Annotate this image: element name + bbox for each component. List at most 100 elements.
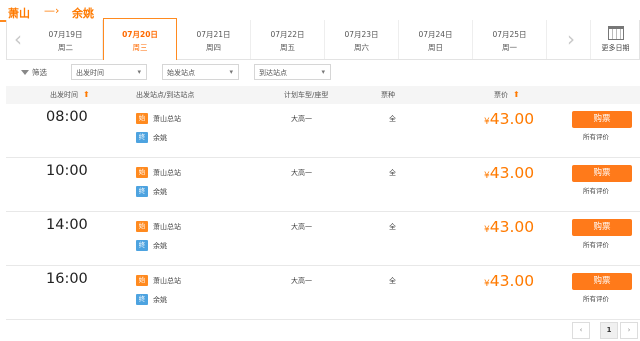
date-tab-date: 07月23日 xyxy=(344,30,379,39)
price-amount: 43.00 xyxy=(489,218,535,236)
date-tab-weekday: 周一 xyxy=(502,43,517,52)
destination-station: 余姚 xyxy=(153,188,167,196)
destination-station: 余姚 xyxy=(153,134,167,142)
chevron-down-icon: ▾ xyxy=(229,68,233,76)
ticket-type: 全 xyxy=(389,277,396,285)
ticket-price: ¥43.00 xyxy=(484,164,534,182)
date-tab-date: 07月25日 xyxy=(492,30,527,39)
origin-station: 萧山总站 xyxy=(153,169,181,177)
date-tab-weekday: 周六 xyxy=(354,43,369,52)
chevron-down-icon: ▾ xyxy=(321,68,325,76)
funnel-icon xyxy=(21,70,29,75)
departure-time: 10:00 xyxy=(46,163,88,179)
sort-departure-time[interactable]: 出发时间 ⬆ xyxy=(50,90,90,100)
start-tag-badge: 始 xyxy=(136,167,148,178)
chevron-down-icon: ▾ xyxy=(137,68,141,76)
all-reviews-link[interactable]: 所有评价 xyxy=(583,293,609,303)
origin-station-select[interactable]: 始发站点 ▾ xyxy=(162,64,239,80)
filter-bar: 筛选 出发时间 ▾ 始发站点 ▾ 到达站点 ▾ xyxy=(6,60,640,84)
vehicle-type: 大高一 xyxy=(291,169,312,177)
sort-price[interactable]: 票价 ⬆ xyxy=(494,90,520,100)
date-tab-0719[interactable]: 07月19日 周二 xyxy=(29,20,103,59)
date-tab-0721[interactable]: 07月21日 周四 xyxy=(177,20,251,59)
date-tab-date: 07月20日 xyxy=(122,30,158,39)
departure-time-select[interactable]: 出发时间 ▾ xyxy=(71,64,147,80)
column-header-vehicle: 计划车型/座型 xyxy=(284,91,329,99)
ticket-type: 全 xyxy=(389,115,396,123)
date-tab-date: 07月19日 xyxy=(48,30,83,39)
destination-station: 余姚 xyxy=(153,296,167,304)
column-header-stations: 出发站点/到达站点 xyxy=(136,91,195,99)
buy-ticket-button[interactable]: 购票 xyxy=(572,219,632,236)
date-tab-weekday: 周二 xyxy=(58,43,73,52)
price-amount: 43.00 xyxy=(489,110,535,128)
more-dates-label: 更多日期 xyxy=(601,44,630,52)
date-tab-weekday: 周日 xyxy=(428,43,443,52)
route-arrow-icon: —› xyxy=(44,4,60,17)
destination-station: 余姚 xyxy=(153,242,167,250)
vehicle-type: 大高一 xyxy=(291,223,312,231)
buy-ticket-button[interactable]: 购票 xyxy=(572,111,632,128)
column-header-departure-time: 出发时间 xyxy=(50,91,78,99)
ticket-type: 全 xyxy=(389,169,396,177)
more-dates-button[interactable]: 更多日期 xyxy=(590,20,640,59)
date-tab-weekday: 周三 xyxy=(132,43,148,52)
route-header: 萧山 —› 余姚 xyxy=(0,0,640,22)
date-tab-0724[interactable]: 07月24日 周日 xyxy=(399,20,473,59)
date-tab-weekday: 周四 xyxy=(206,43,221,52)
departure-time: 14:00 xyxy=(46,217,88,233)
vehicle-type: 大高一 xyxy=(291,115,312,123)
start-tag-badge: 始 xyxy=(136,113,148,124)
table-row: 14:00 始 萧山总站 终 余姚 大高一 全 ¥43.00 购票 所有评价 xyxy=(6,212,640,266)
route-origin: 萧山 xyxy=(8,7,30,20)
date-selector: ‹ 07月19日 周二 07月20日 周三 07月21日 周四 07月22日 周… xyxy=(6,18,640,60)
start-tag-badge: 始 xyxy=(136,221,148,232)
origin-station: 萧山总站 xyxy=(153,223,181,231)
calendar-icon xyxy=(607,26,624,40)
all-reviews-link[interactable]: 所有评价 xyxy=(583,239,609,249)
date-tab-0723[interactable]: 07月23日 周六 xyxy=(325,20,399,59)
end-tag-badge: 终 xyxy=(136,294,148,305)
end-tag-badge: 终 xyxy=(136,240,148,251)
date-tab-0722[interactable]: 07月22日 周五 xyxy=(251,20,325,59)
page-number-current[interactable]: 1 xyxy=(600,322,618,339)
date-prev-arrow-icon[interactable]: ‹ xyxy=(7,20,29,59)
ticket-price: ¥43.00 xyxy=(484,110,534,128)
end-tag-badge: 终 xyxy=(136,132,148,143)
departure-time: 16:00 xyxy=(46,271,88,287)
ticket-price: ¥43.00 xyxy=(484,218,534,236)
vehicle-type: 大高一 xyxy=(291,277,312,285)
buy-ticket-button[interactable]: 购票 xyxy=(572,165,632,182)
next-page-button[interactable]: › xyxy=(620,322,638,339)
all-reviews-link[interactable]: 所有评价 xyxy=(583,185,609,195)
table-row: 08:00 始 萧山总站 终 余姚 大高一 全 ¥43.00 购票 所有评价 xyxy=(6,104,640,158)
select-value: 出发时间 xyxy=(76,69,104,77)
date-tab-weekday: 周五 xyxy=(280,43,295,52)
ticket-type: 全 xyxy=(389,223,396,231)
origin-station: 萧山总站 xyxy=(153,115,181,123)
date-tab-0720[interactable]: 07月20日 周三 xyxy=(103,18,177,60)
table-header: 出发时间 ⬆ 出发站点/到达站点 计划车型/座型 票种 票价 ⬆ xyxy=(6,86,640,104)
ticket-price: ¥43.00 xyxy=(484,272,534,290)
origin-station: 萧山总站 xyxy=(153,277,181,285)
route-destination: 余姚 xyxy=(72,7,94,20)
date-tab-date: 07月24日 xyxy=(418,30,453,39)
sort-arrow-icon: ⬆ xyxy=(513,90,520,99)
price-amount: 43.00 xyxy=(489,164,535,182)
filter-label-text: 筛选 xyxy=(32,68,47,77)
date-tab-date: 07月22日 xyxy=(270,30,305,39)
column-header-price: 票价 xyxy=(494,91,508,99)
end-tag-badge: 终 xyxy=(136,186,148,197)
prev-page-button[interactable]: ‹ xyxy=(572,322,590,339)
select-value: 到达站点 xyxy=(259,69,287,77)
date-next-arrow-icon[interactable]: › xyxy=(560,20,582,59)
destination-station-select[interactable]: 到达站点 ▾ xyxy=(254,64,331,80)
select-value: 始发站点 xyxy=(167,69,195,77)
sort-arrow-icon: ⬆ xyxy=(83,90,90,99)
date-tab-0725[interactable]: 07月25日 周一 xyxy=(473,20,547,59)
table-row: 16:00 始 萧山总站 终 余姚 大高一 全 ¥43.00 购票 所有评价 xyxy=(6,266,640,320)
filter-label: 筛选 xyxy=(21,67,47,78)
table-row: 10:00 始 萧山总站 终 余姚 大高一 全 ¥43.00 购票 所有评价 xyxy=(6,158,640,212)
buy-ticket-button[interactable]: 购票 xyxy=(572,273,632,290)
all-reviews-link[interactable]: 所有评价 xyxy=(583,131,609,141)
